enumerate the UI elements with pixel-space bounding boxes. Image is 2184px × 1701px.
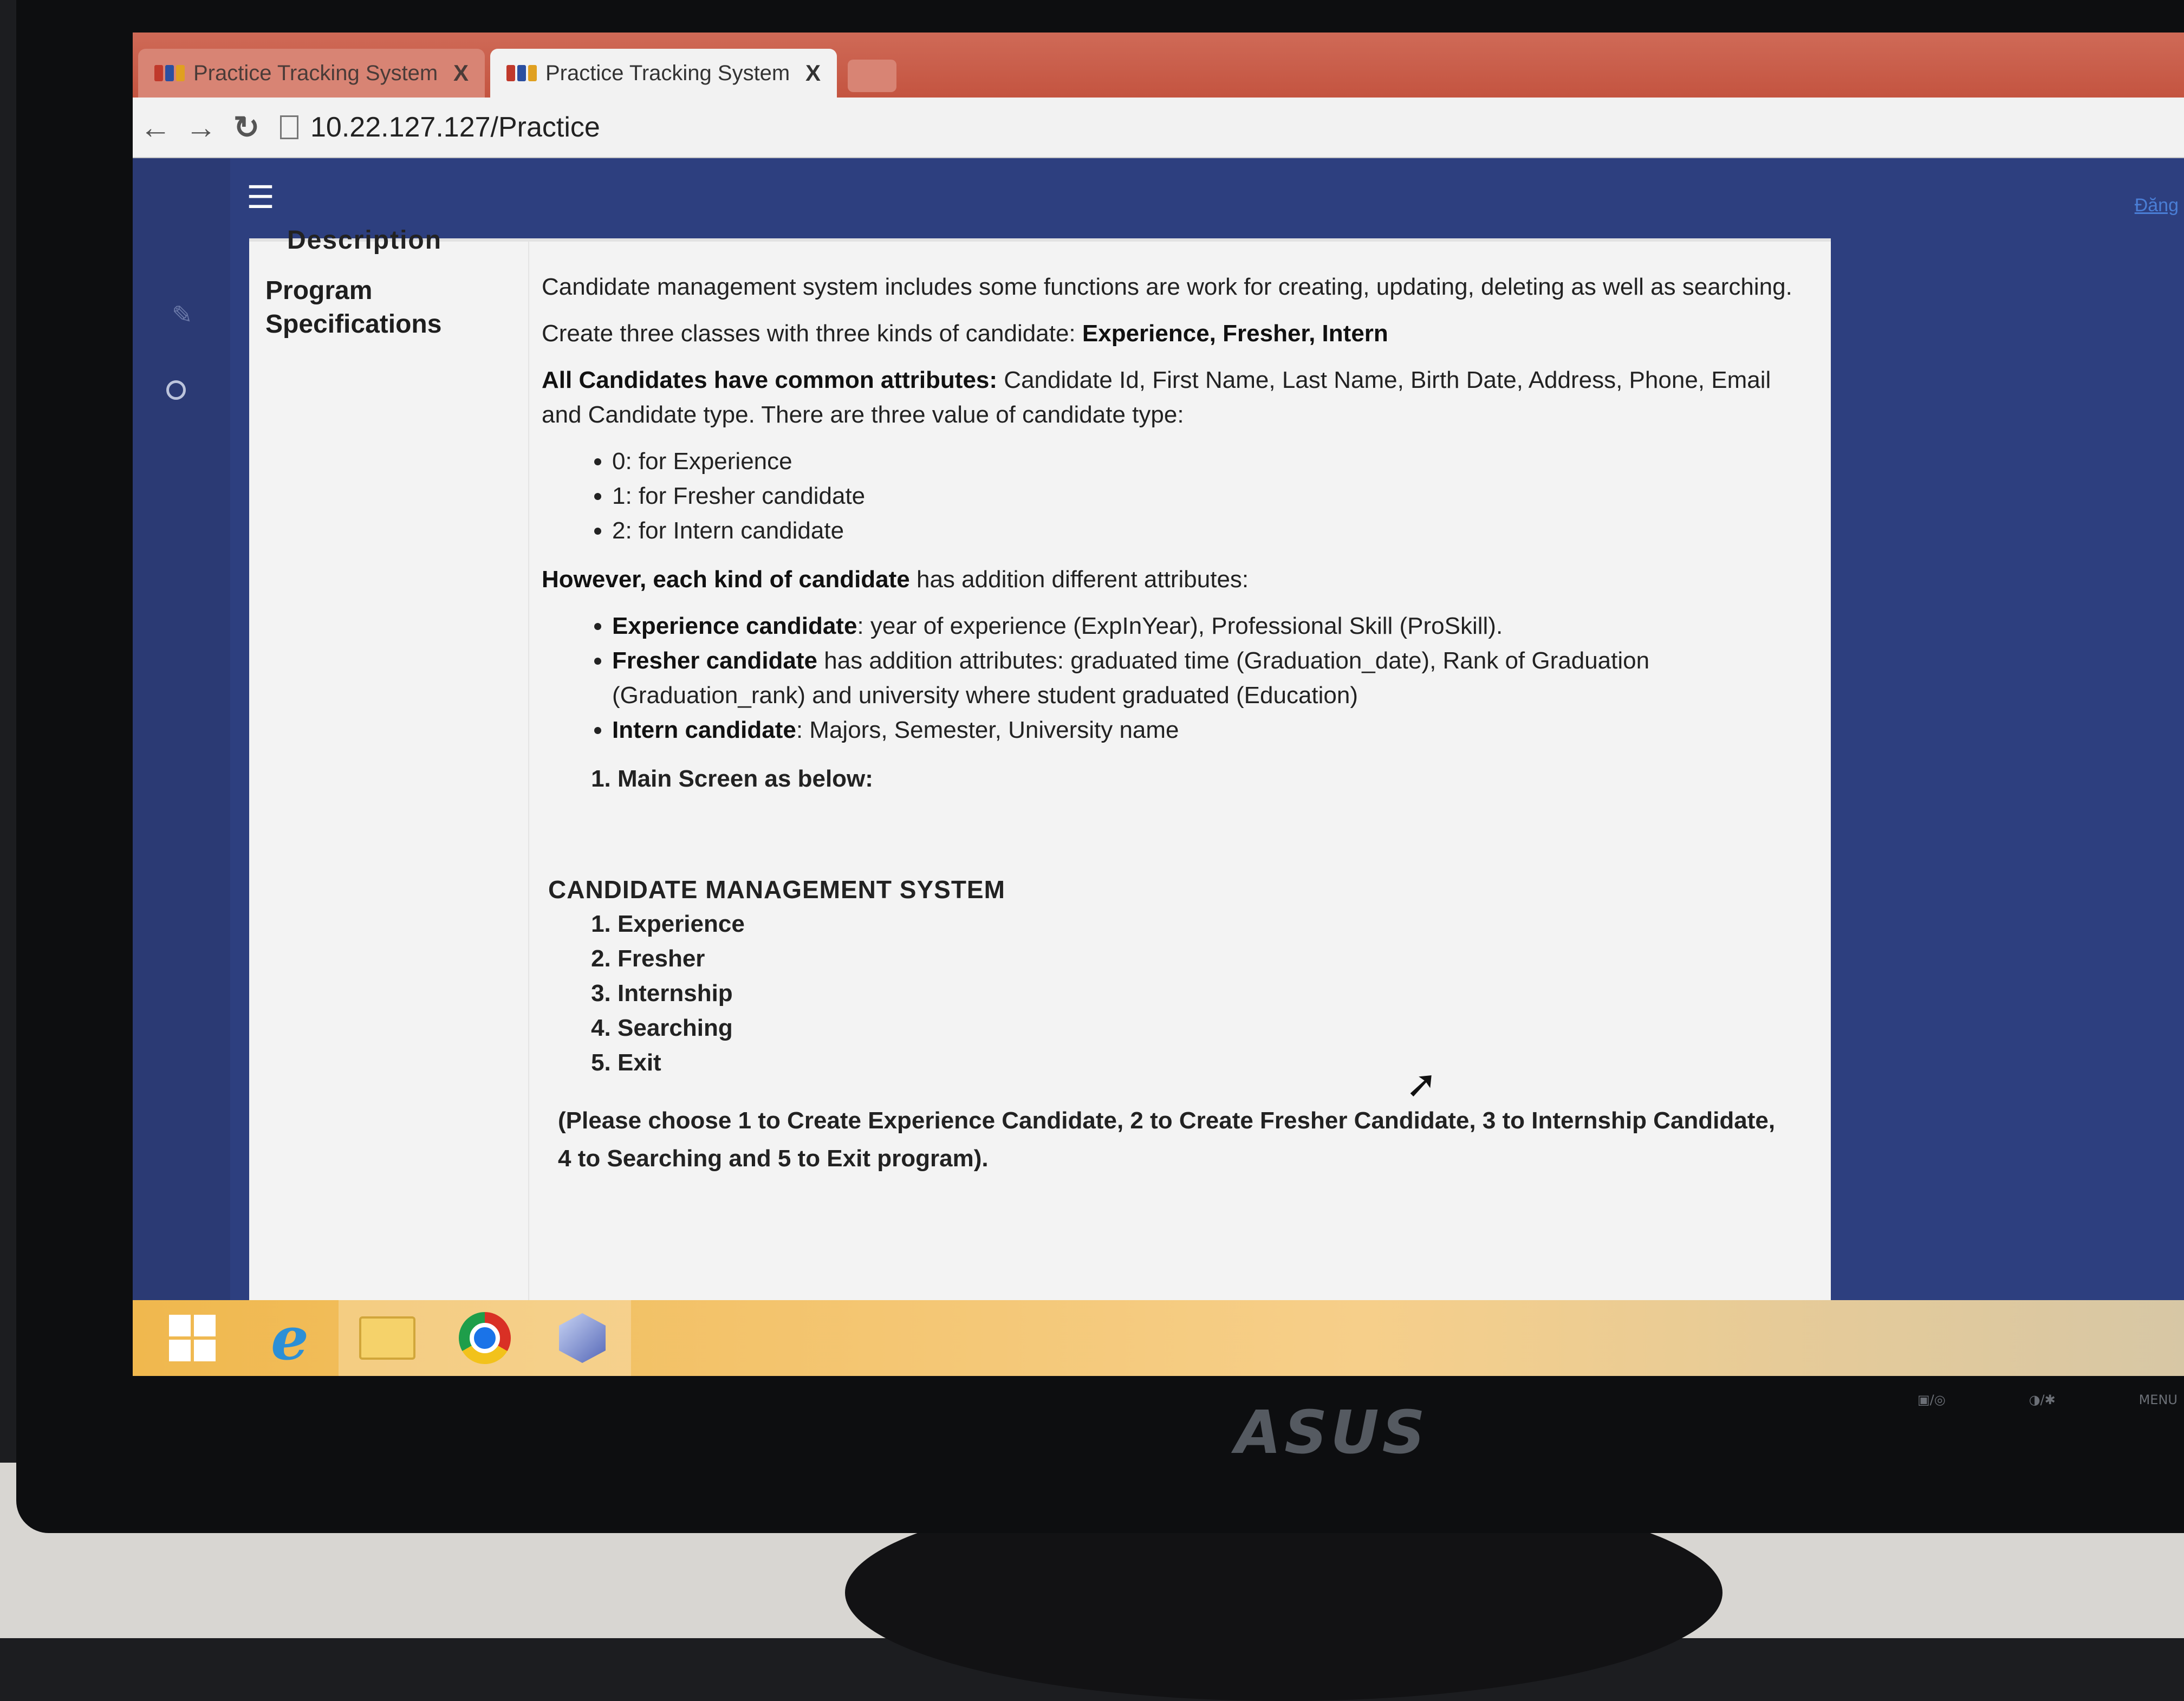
browser-tab-bar: Practice Tracking System X Practice Trac… [133, 33, 2184, 98]
classes-text: Create three classes with three kinds of… [542, 320, 1388, 347]
classes-list: Experience, Fresher, Intern [1082, 320, 1388, 347]
internet-explorer-icon[interactable]: e [241, 1300, 339, 1376]
monitor-button-brightness[interactable]: ◑/✱ [2029, 1392, 2056, 1407]
app-sidebar: ✎ [133, 158, 230, 1376]
user-link[interactable]: Đăng [2135, 195, 2179, 216]
list-item: 2: for Intern candidate [612, 514, 1804, 548]
mouse-cursor-icon: ➚ [1406, 1063, 1438, 1105]
address-bar[interactable]: 10.22.127.127/Practice [280, 106, 2184, 149]
monitor-buttons: ▣/◎ ◑/✱ MENU [1917, 1392, 2178, 1407]
system-title: CANDIDATE MANAGEMENT SYSTEM [548, 875, 1005, 904]
monitor-brand-logo: ASUS [1235, 1398, 1428, 1467]
intro-text: Candidate management system includes som… [542, 274, 1792, 300]
tab-title: Practice Tracking System [545, 61, 790, 85]
menu-item-searching: Searching [618, 1011, 1804, 1046]
menu-item-experience: Experience [618, 907, 1804, 942]
list-item: Fresher candidate has addition attribute… [612, 644, 1804, 713]
page-icon [280, 115, 298, 139]
close-tab-icon[interactable]: X [453, 60, 469, 86]
browser-tab-2[interactable]: Practice Tracking System X [490, 49, 837, 98]
close-tab-icon[interactable]: X [805, 60, 821, 86]
url-text: 10.22.127.127/Practice [310, 112, 600, 143]
menu-item-fresher: Fresher [618, 942, 1804, 976]
list-item: Intern candidate: Majors, Semester, Univ… [612, 713, 1804, 748]
edit-icon[interactable]: ✎ [172, 300, 193, 329]
reload-icon[interactable]: ↻ [224, 105, 269, 150]
hamburger-menu-icon[interactable]: ☰ [246, 179, 275, 216]
column-divider [528, 242, 529, 1325]
chrome-icon[interactable] [436, 1300, 534, 1376]
common-attributes-text: All Candidates have common attributes: C… [542, 367, 1771, 428]
however-text: However, each kind of candidate has addi… [542, 566, 1249, 593]
list-item: Experience candidate: year of experience… [612, 609, 1804, 644]
monitor-button-menu[interactable]: MENU [2139, 1392, 2178, 1407]
new-tab-button[interactable] [848, 60, 896, 92]
menu-item-exit: Exit [618, 1046, 1804, 1080]
windows-start-icon[interactable] [144, 1300, 241, 1376]
section-label: Program Specifications [265, 276, 442, 339]
main-screen-heading: Main Screen as below: [542, 762, 1804, 796]
candidate-type-list: 0: for Experience 1: for Fresher candida… [542, 444, 1804, 548]
screen: Practice Tracking System X Practice Trac… [133, 33, 2184, 1376]
instruction-text: (Please choose 1 to Create Experience Ca… [558, 1107, 1776, 1172]
circle-icon[interactable] [166, 380, 186, 400]
forward-arrow-icon[interactable]: → [178, 105, 224, 150]
menu-item-internship: Internship [618, 976, 1804, 1011]
site-favicon-icon [506, 63, 537, 83]
tab-title: Practice Tracking System [193, 61, 438, 85]
main-menu-list: Experience Fresher Internship Searching … [542, 907, 1804, 1080]
panel-heading: Description [287, 226, 443, 255]
specification-content: Candidate management system includes som… [542, 270, 1804, 1178]
site-favicon-icon [154, 63, 185, 83]
list-item: 0: for Experience [612, 444, 1804, 479]
app-cube-icon[interactable] [534, 1300, 631, 1376]
back-arrow-icon[interactable]: ← [133, 105, 178, 150]
browser-tab-1[interactable]: Practice Tracking System X [138, 49, 485, 98]
monitor-button-input[interactable]: ▣/◎ [1917, 1392, 1946, 1407]
candidate-kind-list: Experience candidate: year of experience… [542, 609, 1804, 748]
description-panel: Description Program Specifications Candi… [249, 226, 1831, 1325]
list-item: 1: for Fresher candidate [612, 479, 1804, 514]
browser-toolbar: ← → ↻ 10.22.127.127/Practice [133, 98, 2184, 158]
file-explorer-icon[interactable] [339, 1300, 436, 1376]
windows-taskbar: e [133, 1300, 2184, 1376]
